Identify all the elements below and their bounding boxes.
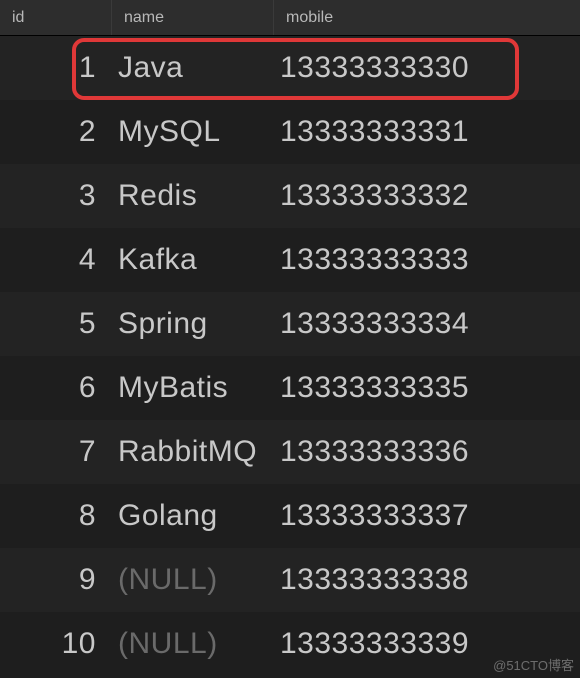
cell-mobile[interactable]: 13333333333 xyxy=(274,228,580,292)
cell-mobile[interactable]: 13333333337 xyxy=(274,484,580,548)
cell-name[interactable]: RabbitMQ xyxy=(112,420,274,484)
cell-id[interactable]: 2 xyxy=(0,100,112,164)
cell-id[interactable]: 3 xyxy=(0,164,112,228)
cell-id[interactable]: 6 xyxy=(0,356,112,420)
table-row[interactable]: 8Golang13333333337 xyxy=(0,484,580,548)
table-header: id name mobile xyxy=(0,0,580,36)
cell-name[interactable]: Java xyxy=(112,36,274,100)
table-row[interactable]: 9(NULL)13333333338 xyxy=(0,548,580,612)
cell-name[interactable]: MyBatis xyxy=(112,356,274,420)
watermark: @51CTO博客 xyxy=(493,655,574,674)
cell-id[interactable]: 1 xyxy=(0,36,112,100)
table-row[interactable]: 2MySQL13333333331 xyxy=(0,100,580,164)
cell-id[interactable]: 9 xyxy=(0,548,112,612)
cell-name[interactable]: Spring xyxy=(112,292,274,356)
table-row[interactable]: 1Java13333333330 xyxy=(0,36,580,100)
cell-mobile[interactable]: 13333333332 xyxy=(274,164,580,228)
table-body: 1Java133333333302MySQL133333333313Redis1… xyxy=(0,36,580,676)
table-row[interactable]: 3Redis13333333332 xyxy=(0,164,580,228)
cell-name[interactable]: (NULL) xyxy=(112,612,274,676)
table-row[interactable]: 6MyBatis13333333335 xyxy=(0,356,580,420)
cell-mobile[interactable]: 13333333334 xyxy=(274,292,580,356)
cell-mobile[interactable]: 13333333336 xyxy=(274,420,580,484)
cell-id[interactable]: 8 xyxy=(0,484,112,548)
cell-id[interactable]: 7 xyxy=(0,420,112,484)
cell-name[interactable]: Redis xyxy=(112,164,274,228)
cell-name[interactable]: (NULL) xyxy=(112,548,274,612)
column-header-mobile[interactable]: mobile xyxy=(274,0,580,35)
cell-id[interactable]: 4 xyxy=(0,228,112,292)
column-header-name[interactable]: name xyxy=(112,0,274,35)
cell-name[interactable]: Golang xyxy=(112,484,274,548)
cell-mobile[interactable]: 13333333335 xyxy=(274,356,580,420)
table-row[interactable]: 4Kafka13333333333 xyxy=(0,228,580,292)
table-row[interactable]: 5Spring13333333334 xyxy=(0,292,580,356)
column-header-id[interactable]: id xyxy=(0,0,112,35)
cell-mobile[interactable]: 13333333330 xyxy=(274,36,580,100)
cell-mobile[interactable]: 13333333338 xyxy=(274,548,580,612)
cell-mobile[interactable]: 13333333331 xyxy=(274,100,580,164)
cell-id[interactable]: 10 xyxy=(0,612,112,676)
cell-id[interactable]: 5 xyxy=(0,292,112,356)
cell-name[interactable]: Kafka xyxy=(112,228,274,292)
cell-name[interactable]: MySQL xyxy=(112,100,274,164)
table-row[interactable]: 7RabbitMQ13333333336 xyxy=(0,420,580,484)
